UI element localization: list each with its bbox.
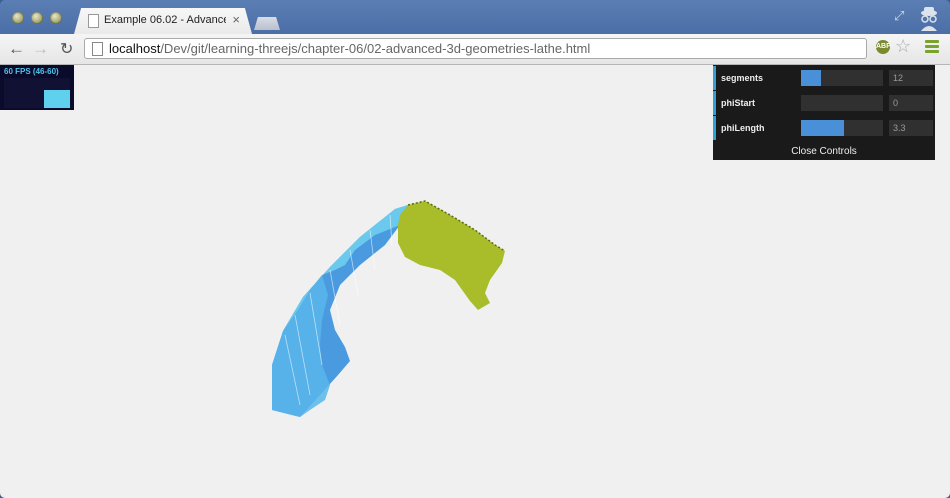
reload-button[interactable]: ↻	[60, 39, 73, 59]
fullscreen-icon[interactable]: ⤢	[894, 8, 904, 24]
segments-slider[interactable]	[801, 70, 883, 86]
fps-text: 60 FPS (46-60)	[4, 67, 59, 76]
browser-window: Example 06.02 - Advanced × ⤢ ← → ↻ local…	[0, 0, 950, 498]
fps-stats-panel[interactable]: 60 FPS (46-60)	[0, 65, 74, 110]
phistart-input[interactable]: 0	[889, 95, 933, 111]
bookmark-star-icon[interactable]: ☆	[895, 36, 911, 57]
menu-icon[interactable]	[925, 40, 939, 54]
control-row-phistart: phiStart 0	[713, 91, 935, 115]
tab-active[interactable]: Example 06.02 - Advanced ×	[74, 8, 252, 34]
title-bar: Example 06.02 - Advanced × ⤢	[0, 0, 950, 34]
incognito-icon	[921, 7, 937, 31]
slider-fill	[801, 120, 845, 136]
segments-input[interactable]: 12	[889, 70, 933, 86]
page-icon	[88, 14, 99, 28]
close-window-button[interactable]	[12, 12, 24, 24]
phistart-slider[interactable]	[801, 95, 883, 111]
close-controls-button[interactable]: Close Controls	[713, 143, 935, 160]
tab-title: Example 06.02 - Advanced	[104, 14, 226, 26]
minimize-window-button[interactable]	[31, 12, 43, 24]
forward-button[interactable]: →	[32, 39, 49, 59]
lathe-mesh-green	[398, 201, 505, 310]
controls-panel: segments 12 phiStart 0 phiLength 3.3 Clo…	[713, 65, 935, 160]
control-label: phiLength	[721, 123, 765, 133]
page-content: 60 FPS (46-60) segments 12 phiStart 0 ph…	[0, 65, 950, 498]
fps-graph	[4, 78, 70, 108]
browser-toolbar: ← → ↻ localhost/Dev/git/learning-threejs…	[0, 34, 950, 65]
url-host: localhost	[109, 41, 161, 56]
slider-fill	[801, 70, 821, 86]
url-text[interactable]: localhost/Dev/git/learning-threejs/chapt…	[109, 41, 590, 56]
url-path: /Dev/git/learning-threejs/chapter-06/02-…	[160, 41, 591, 56]
philength-input[interactable]: 3.3	[889, 120, 933, 136]
back-button[interactable]: ←	[8, 39, 25, 59]
adblock-icon[interactable]: ABP	[876, 40, 891, 54]
new-tab-button[interactable]	[254, 17, 280, 30]
zoom-window-button[interactable]	[50, 12, 62, 24]
control-label: phiStart	[721, 98, 756, 108]
control-row-segments: segments 12	[713, 66, 935, 90]
address-bar[interactable]: localhost/Dev/git/learning-threejs/chapt…	[84, 38, 867, 59]
control-row-philength: phiLength 3.3	[713, 116, 935, 140]
fps-bar	[44, 90, 70, 108]
philength-slider[interactable]	[801, 120, 883, 136]
tab-close-icon[interactable]: ×	[232, 12, 240, 27]
page-icon	[92, 42, 103, 56]
control-label: segments	[721, 73, 764, 83]
